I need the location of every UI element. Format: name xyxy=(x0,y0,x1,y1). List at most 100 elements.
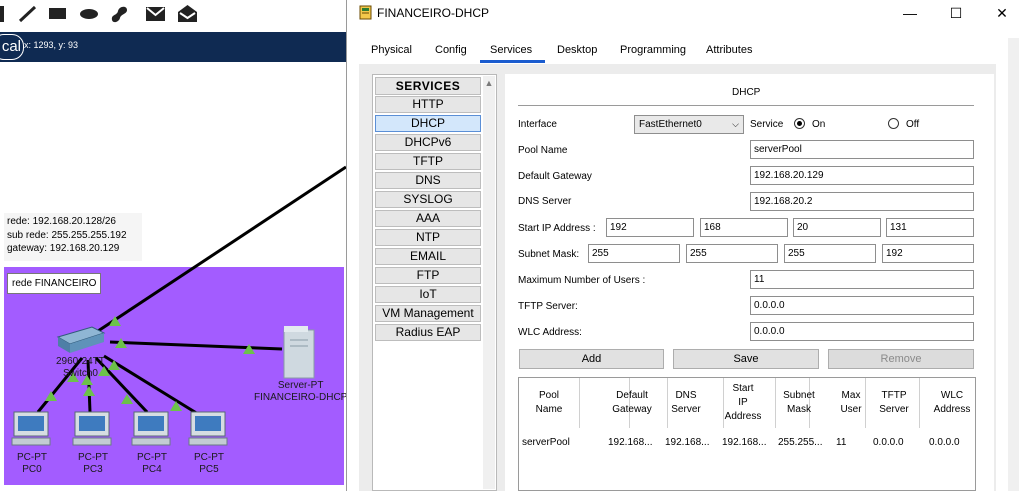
header-line: IP xyxy=(738,397,748,408)
dns-server-field[interactable]: 192.168.20.2 xyxy=(750,192,974,211)
service-item-dhcp[interactable]: DHCP xyxy=(375,115,481,132)
server-type: Server-PT xyxy=(277,380,324,391)
tab-services[interactable]: Services xyxy=(490,44,532,56)
service-item-dhcpv6[interactable]: DHCPv6 xyxy=(375,134,481,151)
pc-label[interactable]: PC-PT PC4 xyxy=(137,452,167,476)
tab-physical[interactable]: Physical xyxy=(371,44,412,56)
server-label[interactable]: Server-PT FINANCEIRO-DHCP xyxy=(254,380,347,404)
wlc-address-field[interactable]: 0.0.0.0 xyxy=(750,322,974,341)
start-ip-octet-3[interactable]: 20 xyxy=(793,218,881,237)
col-header-dns-server[interactable]: DNS Server xyxy=(667,389,705,417)
service-label: Service xyxy=(750,119,784,130)
column-divider xyxy=(579,378,580,428)
cell-wlc-address: 0.0.0.0 xyxy=(929,437,960,448)
close-button[interactable]: ✕ xyxy=(979,2,1019,24)
chevron-down-icon: ⌵ xyxy=(732,119,739,129)
tab-config[interactable]: Config xyxy=(435,44,467,56)
header-line: Pool xyxy=(538,390,559,401)
pc-name: PC5 xyxy=(199,464,219,475)
header-line: WLC xyxy=(940,390,964,401)
remove-button[interactable]: Remove xyxy=(828,349,974,369)
header-line: Default xyxy=(616,390,648,401)
service-item-email[interactable]: EMAIL xyxy=(375,248,481,265)
service-off-radio[interactable] xyxy=(888,118,899,129)
max-users-label: Maximum Number of Users : xyxy=(518,275,646,286)
uplink-cable xyxy=(94,165,346,335)
subnet-mask-octet-3[interactable]: 255 xyxy=(784,244,876,263)
service-item-radius-eap[interactable]: Radius EAP xyxy=(375,324,481,341)
title-divider xyxy=(518,105,974,106)
services-scrollbar[interactable] xyxy=(483,76,495,489)
header-line: Gateway xyxy=(612,404,652,415)
interface-select[interactable]: FastEthernet0 ⌵ xyxy=(634,115,744,134)
service-item-vm-management[interactable]: VM Management xyxy=(375,305,481,322)
service-item-tftp[interactable]: TFTP xyxy=(375,153,481,170)
pool-name-field[interactable]: serverPool xyxy=(750,140,974,159)
save-button[interactable]: Save xyxy=(673,349,819,369)
col-header-tftp-server[interactable]: TFTP Server xyxy=(873,389,915,417)
pc-name: PC0 xyxy=(22,464,42,475)
minimize-button[interactable]: — xyxy=(887,2,933,24)
window-scrollbar[interactable] xyxy=(1008,38,1019,491)
col-header-start-ip-address[interactable]: Start IP Address xyxy=(723,382,763,424)
column-divider xyxy=(919,378,920,428)
col-header-pool-name[interactable]: Pool Name xyxy=(519,389,579,417)
service-item-ntp[interactable]: NTP xyxy=(375,229,481,246)
default-gateway-field[interactable]: 192.168.20.129 xyxy=(750,166,974,185)
switch-label[interactable]: 2960-24TT Switch0 xyxy=(56,356,105,380)
header-line: DNS xyxy=(675,390,697,401)
header-line: Mask xyxy=(787,404,811,415)
tab-attributes[interactable]: Attributes xyxy=(706,44,752,56)
header-line: Name xyxy=(535,404,563,415)
switch-model: 2960-24TT xyxy=(56,356,105,367)
scroll-up-icon[interactable]: ▲ xyxy=(483,77,495,89)
pc-type: PC-PT xyxy=(137,452,167,463)
col-header-subnet-mask[interactable]: Subnet Mask xyxy=(775,389,823,417)
server-icon xyxy=(283,326,315,379)
tftp-server-field[interactable]: 0.0.0.0 xyxy=(750,296,974,315)
pc-label[interactable]: PC-PT PC0 xyxy=(17,452,47,476)
pc-label[interactable]: PC-PT PC3 xyxy=(78,452,108,476)
cell-dns-server: 192.168... xyxy=(665,437,710,448)
pc-icon xyxy=(72,411,112,446)
window-titlebar[interactable]: FINANCEIRO-DHCP — ☐ ✕ xyxy=(347,0,1019,27)
services-header: SERVICES xyxy=(375,77,481,95)
pc5-cable xyxy=(103,354,199,416)
service-item-http[interactable]: HTTP xyxy=(375,96,481,113)
service-item-dns[interactable]: DNS xyxy=(375,172,481,189)
subnet-mask-octet-1[interactable]: 255 xyxy=(588,244,680,263)
subnet-mask-octet-4[interactable]: 192 xyxy=(882,244,974,263)
service-off-label: Off xyxy=(906,119,920,130)
add-button[interactable]: Add xyxy=(519,349,664,369)
start-ip-label: Start IP Address : xyxy=(518,223,596,234)
max-users-field[interactable]: 11 xyxy=(750,270,974,289)
start-ip-octet-4[interactable]: 131 xyxy=(886,218,974,237)
col-header-wlc-address[interactable]: WLC Address xyxy=(927,389,977,417)
tab-programming[interactable]: Programming xyxy=(620,44,686,56)
tftp-server-label: TFTP Server: xyxy=(518,301,578,312)
start-ip-octet-2[interactable]: 168 xyxy=(700,218,788,237)
dhcp-title: DHCP xyxy=(732,87,761,98)
start-ip-octet-1[interactable]: 192 xyxy=(606,218,694,237)
switch-name: Switch0 xyxy=(62,368,98,379)
interface-value: FastEthernet0 xyxy=(639,119,702,130)
service-item-iot[interactable]: IoT xyxy=(375,286,481,303)
subnet-mask-label: Subnet Mask: xyxy=(518,249,580,260)
pc-label[interactable]: PC-PT PC5 xyxy=(194,452,224,476)
col-header-default-gateway[interactable]: Default Gateway xyxy=(602,389,662,417)
col-header-max-user[interactable]: Max User xyxy=(835,389,867,417)
tab-desktop[interactable]: Desktop xyxy=(557,44,597,56)
service-item-aaa[interactable]: AAA xyxy=(375,210,481,227)
server-name: FINANCEIRO-DHCP xyxy=(254,392,348,403)
cell-subnet-mask: 255.255... xyxy=(778,437,823,448)
service-item-ftp[interactable]: FTP xyxy=(375,267,481,284)
pc-type: PC-PT xyxy=(17,452,47,463)
header-line: Max xyxy=(841,390,861,401)
subnet-mask-octet-2[interactable]: 255 xyxy=(686,244,778,263)
maximize-button[interactable]: ☐ xyxy=(933,2,979,24)
service-on-radio[interactable] xyxy=(794,118,805,129)
pc-type: PC-PT xyxy=(194,452,224,463)
topology-drawing xyxy=(11,165,346,446)
header-line: Address xyxy=(724,411,762,422)
service-item-syslog[interactable]: SYSLOG xyxy=(375,191,481,208)
